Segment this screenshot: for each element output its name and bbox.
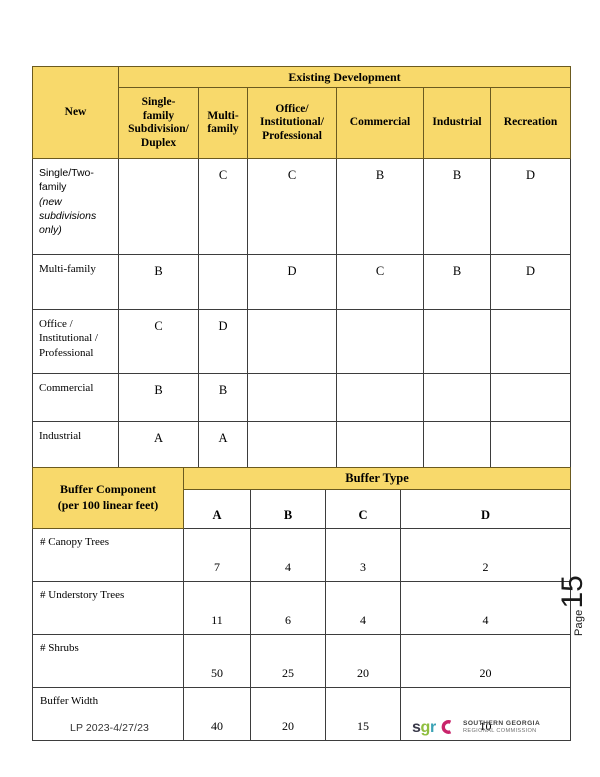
buffer-group-header-row: Buffer Component (per 100 linear feet) B… <box>32 467 572 529</box>
table-row: Industrial A A <box>32 421 571 471</box>
cell-value: 20 <box>250 687 326 741</box>
compatibility-table-header: New Existing Development Single- family … <box>32 65 571 160</box>
buffer-table-body: # Canopy Trees 7 4 3 2 # Understory Tree… <box>32 528 572 741</box>
cell-value: C <box>336 254 424 311</box>
cell-value <box>247 373 337 423</box>
buffer-requirements-table: Buffer Component (per 100 linear feet) B… <box>32 467 572 741</box>
cell-value: A <box>118 421 199 471</box>
cell-value: B <box>198 373 248 423</box>
row-label-canopy-trees: # Canopy Trees <box>32 528 184 582</box>
cell-value <box>118 158 199 256</box>
document-footer-code: LP 2023-4/27/23 <box>70 722 149 734</box>
svg-text:r: r <box>430 719 436 736</box>
column-header-office-institutional-professional: Office/ Institutional/ Professional <box>247 87 337 160</box>
row-label-understory-trees: # Understory Trees <box>32 581 184 635</box>
buffer-type-column-d: D <box>399 489 572 529</box>
cell-value <box>423 373 491 423</box>
cell-value: B <box>118 254 199 311</box>
cell-value: B <box>423 254 491 311</box>
cell-value: 40 <box>183 687 251 741</box>
cell-value <box>336 373 424 423</box>
table-row: Office / Institutional / Professional C … <box>32 309 571 375</box>
row-label-commercial: Commercial <box>32 373 119 423</box>
cell-value: B <box>336 158 424 256</box>
agency-logo: s g r SOUTHERN GEORGIA REGIONAL COMMISSI… <box>412 713 542 741</box>
buffer-table-header: Buffer Component (per 100 linear feet) B… <box>32 467 572 529</box>
cell-value: 4 <box>250 528 326 582</box>
cell-value: 20 <box>325 634 401 688</box>
sgrc-logo-icon: s g r <box>412 719 452 736</box>
row-label-industrial: Industrial <box>32 421 119 471</box>
cell-value: D <box>490 254 571 311</box>
cell-value: B <box>423 158 491 256</box>
cell-value <box>490 309 571 375</box>
buffer-type-column-b: B <box>250 489 326 529</box>
cell-value <box>198 254 248 311</box>
cell-value <box>336 421 424 471</box>
buffer-type-column-c: C <box>325 489 401 529</box>
table-row: Commercial B B <box>32 373 571 423</box>
table-row: # Canopy Trees 7 4 3 2 <box>32 528 572 582</box>
cell-value: 50 <box>183 634 251 688</box>
column-header-industrial: Industrial <box>423 87 491 160</box>
compatibility-corner-label: New <box>32 65 119 160</box>
cell-value: D <box>247 254 337 311</box>
cell-value <box>490 421 571 471</box>
cell-value <box>423 421 491 471</box>
cell-value: 4 <box>399 581 572 635</box>
cell-value: A <box>198 421 248 471</box>
cell-value: D <box>198 309 248 375</box>
compatibility-group-header: Existing Development <box>118 65 571 89</box>
page-number: Page 15 <box>556 550 589 637</box>
row-label-office-institutional-professional: Office / Institutional / Professional <box>32 309 119 375</box>
row-label-single-two-family: Single/Two- family (new subdivisions onl… <box>32 158 119 256</box>
table-row: # Understory Trees 11 6 4 4 <box>32 581 572 635</box>
table-row: # Shrubs 50 25 20 20 <box>32 634 572 688</box>
compatibility-matrix-table: New Existing Development Single- family … <box>32 65 571 518</box>
page-number-word: Page <box>573 609 585 637</box>
cell-value: D <box>490 158 571 256</box>
agency-name-line1: SOUTHERN GEORGIA <box>463 720 541 727</box>
cell-value: 2 <box>399 528 572 582</box>
cell-value: 25 <box>250 634 326 688</box>
cell-value: 20 <box>399 634 572 688</box>
cell-value: C <box>118 309 199 375</box>
cell-value: B <box>118 373 199 423</box>
table-row: Multi-family B D C B D <box>32 254 571 311</box>
cell-value: 7 <box>183 528 251 582</box>
table-row: Single/Two- family (new subdivisions onl… <box>32 158 571 256</box>
buffer-component-corner-label: Buffer Component (per 100 linear feet) <box>32 467 184 529</box>
cell-value <box>423 309 491 375</box>
cell-value: 4 <box>325 581 401 635</box>
compatibility-group-header-row: New Existing Development <box>32 65 571 160</box>
document-page: New Existing Development Single- family … <box>0 0 600 777</box>
compatibility-table-body: Single/Two- family (new subdivisions onl… <box>32 158 571 518</box>
row-label-shrubs: # Shrubs <box>32 634 184 688</box>
cell-value <box>247 421 337 471</box>
column-header-commercial: Commercial <box>336 87 424 160</box>
cell-value <box>247 309 337 375</box>
cell-value <box>490 373 571 423</box>
cell-value: C <box>198 158 248 256</box>
cell-value: 15 <box>325 687 401 741</box>
page-number-value: 15 <box>556 575 589 609</box>
cell-value: 3 <box>325 528 401 582</box>
row-label-multi-family: Multi-family <box>32 254 119 311</box>
svg-text:g: g <box>421 719 431 736</box>
cell-value <box>336 309 424 375</box>
column-header-multi-family: Multi- family <box>198 87 248 160</box>
agency-name-line2: REGIONAL COMMISSION <box>463 727 537 734</box>
agency-logo-text: SOUTHERN GEORGIA REGIONAL COMMISSION <box>463 720 540 734</box>
buffer-type-group-header: Buffer Type <box>182 467 572 490</box>
cell-value: 6 <box>250 581 326 635</box>
cell-value: C <box>247 158 337 256</box>
column-header-single-family: Single- family Subdivision/ Duplex <box>118 87 199 160</box>
buffer-type-column-a: A <box>183 489 251 529</box>
column-header-recreation: Recreation <box>490 87 571 160</box>
cell-value: 11 <box>183 581 251 635</box>
